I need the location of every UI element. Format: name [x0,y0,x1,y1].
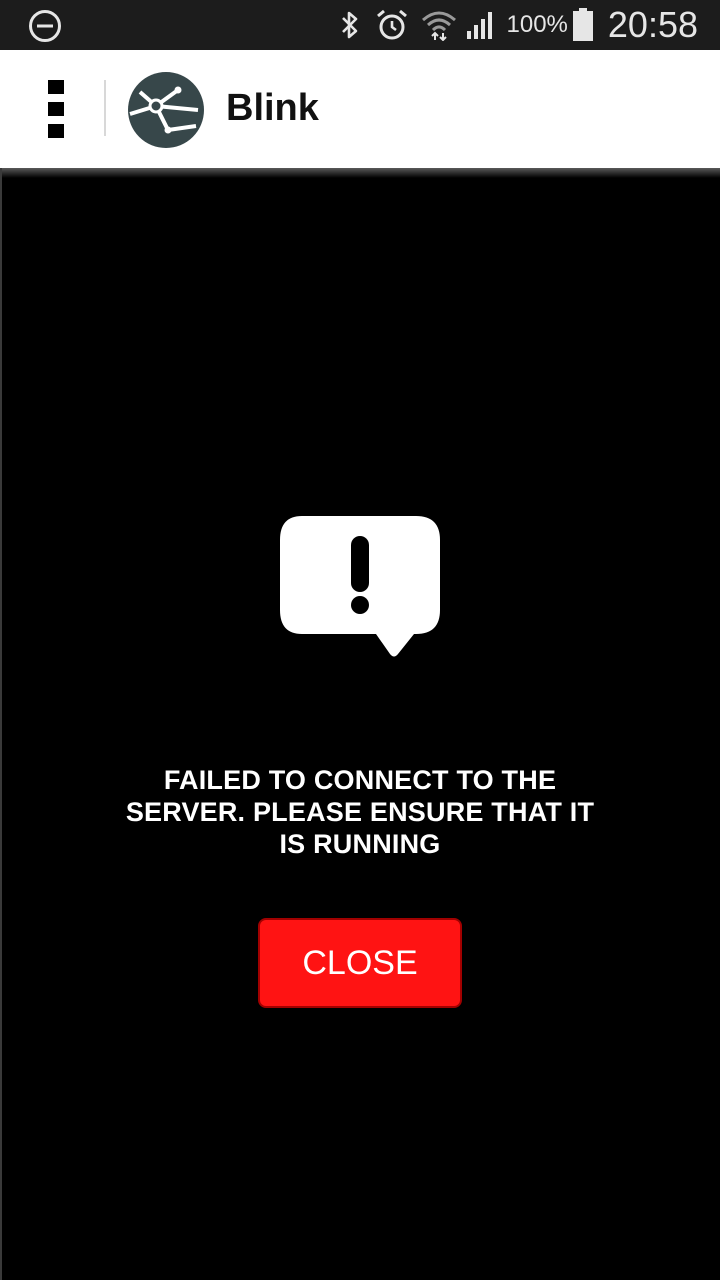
signal-icon [466,12,492,39]
battery-icon [572,8,593,41]
battery-percent: 100% [506,11,568,38]
wifi-icon [421,11,456,41]
overflow-menu-icon[interactable] [38,78,74,140]
app-bar-divider [104,80,106,136]
alarm-icon [376,9,407,40]
alert-speech-bubble-icon [280,516,440,657]
screen: 100% 20:58 Blink FAILED TO CONNECT TO TH… [0,0,720,1280]
close-button[interactable]: CLOSE [258,918,462,1008]
clock: 20:58 [607,4,698,45]
app-title: Blink [226,87,319,129]
app-bar-shadow [0,168,720,178]
app-bar: Blink [0,50,720,168]
bluetooth-icon [341,11,357,39]
error-message: FAILED TO CONNECT TO THE SERVER. PLEASE … [125,765,595,859]
content-edge [0,168,2,1280]
status-bar: 100% 20:58 [0,0,720,50]
status-icons: 100% 20:58 [339,0,720,50]
blink-logo-icon [128,72,204,148]
do-not-disturb-icon [29,10,61,42]
